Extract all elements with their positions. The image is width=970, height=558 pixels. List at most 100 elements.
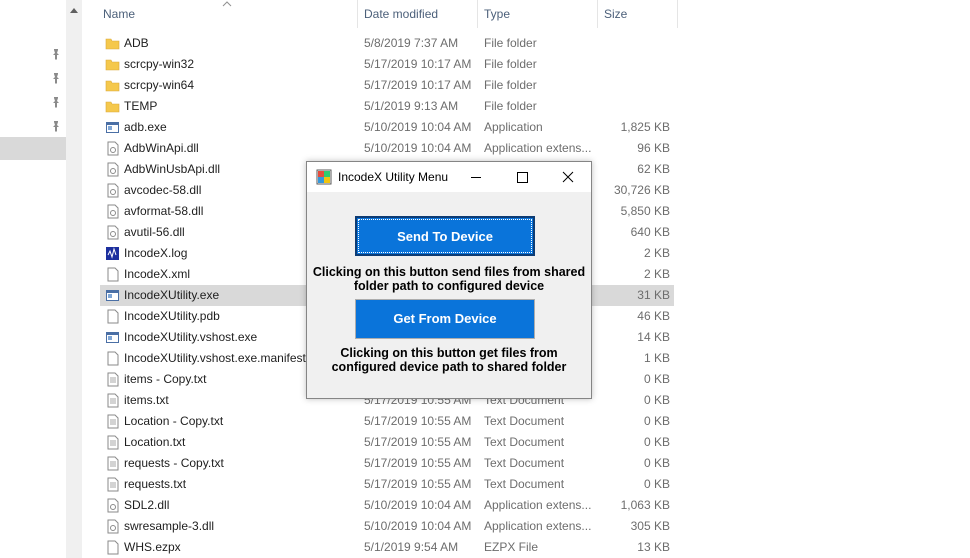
file-size: 96 KB xyxy=(637,141,670,155)
file-name: items - Copy.txt xyxy=(124,372,207,386)
file-row[interactable]: scrcpy-win32 5/17/2019 10:17 AM File folde… xyxy=(100,54,674,75)
file-size: 2 KB xyxy=(643,246,670,260)
dialog-titlebar[interactable]: IncodeX Utility Menu xyxy=(307,162,591,192)
navigation-pane xyxy=(0,0,66,558)
close-button[interactable] xyxy=(545,162,591,192)
file-row[interactable]: adb.exe 5/10/2019 10:04 AM Application 1,82… xyxy=(100,117,674,138)
file-date: 5/1/2019 9:13 AM xyxy=(364,99,459,113)
file-row[interactable]: Location - Copy.txt 5/17/2019 10:55 AM Tex… xyxy=(100,411,674,432)
exe-icon xyxy=(106,122,119,133)
nav-selected-item[interactable] xyxy=(0,137,66,160)
column-header-size[interactable]: Size xyxy=(604,0,627,28)
file-size: 0 KB xyxy=(643,435,670,449)
pin-icon[interactable] xyxy=(50,96,62,108)
column-header-type[interactable]: Type xyxy=(484,0,510,28)
nav-scrollbar[interactable] xyxy=(66,0,82,558)
file-date: 5/10/2019 10:04 AM xyxy=(364,519,472,533)
file-size xyxy=(600,96,670,117)
folder-icon xyxy=(105,101,120,113)
file-name: IncodeX.log xyxy=(124,246,188,260)
minimize-icon xyxy=(471,177,481,178)
text-icon xyxy=(107,372,119,387)
folder-icon xyxy=(105,80,120,92)
file-row[interactable]: scrcpy-win64 5/17/2019 10:17 AM File folde… xyxy=(100,75,674,96)
file-size xyxy=(600,54,670,75)
file-name: AdbWinUsbApi.dll xyxy=(124,162,221,176)
send-to-device-button[interactable]: Send To Device xyxy=(355,216,535,256)
pin-icon[interactable] xyxy=(50,48,62,60)
file-date: 5/10/2019 10:04 AM xyxy=(364,498,472,512)
column-separator[interactable] xyxy=(677,0,678,28)
file-type: Text Document xyxy=(484,477,565,491)
file-name: Location.txt xyxy=(124,435,186,449)
scroll-up-arrow-icon[interactable] xyxy=(66,0,82,20)
file-type: File folder xyxy=(484,78,537,92)
file-size: 2 KB xyxy=(643,267,670,281)
column-separator[interactable] xyxy=(597,0,598,28)
file-row[interactable]: requests.txt 5/17/2019 10:55 AM Text Docum… xyxy=(100,474,674,495)
file-type: Application extens... xyxy=(484,141,592,155)
file-date: 5/17/2019 10:17 AM xyxy=(364,78,472,92)
file-type: File folder xyxy=(484,99,537,113)
file-type: Application extens... xyxy=(484,519,592,533)
file-name: TEMP xyxy=(124,99,158,113)
file-row[interactable]: swresample-3.dll 5/10/2019 10:04 AM Applic… xyxy=(100,516,674,537)
exe-icon xyxy=(106,290,119,301)
file-size: 14 KB xyxy=(637,330,670,344)
file-date: 5/17/2019 10:55 AM xyxy=(364,435,472,449)
pin-icon[interactable] xyxy=(50,120,62,132)
folder-icon xyxy=(105,38,120,50)
file-size: 0 KB xyxy=(643,372,670,386)
file-name: Location - Copy.txt xyxy=(124,414,224,428)
text-icon xyxy=(107,435,119,450)
document-icon xyxy=(107,351,119,366)
file-row[interactable]: WHS.ezpx 5/1/2019 9:54 AM EZPX File 13 KB xyxy=(100,537,674,558)
column-header-date[interactable]: Date modified xyxy=(364,0,438,28)
get-from-device-button[interactable]: Get From Device xyxy=(355,299,535,339)
text-icon xyxy=(107,414,119,429)
file-row[interactable]: SDL2.dll 5/10/2019 10:04 AM Application ex… xyxy=(100,495,674,516)
file-name: AdbWinApi.dll xyxy=(124,141,199,155)
column-separator[interactable] xyxy=(477,0,478,28)
file-size: 0 KB xyxy=(643,456,670,470)
file-size: 1,063 KB xyxy=(620,498,670,512)
file-type: File folder xyxy=(484,36,537,50)
column-header-name[interactable]: Name xyxy=(103,0,135,28)
text-icon xyxy=(107,456,119,471)
file-name: IncodeX.xml xyxy=(124,267,191,281)
dll-icon xyxy=(107,498,119,513)
dll-icon xyxy=(107,141,119,156)
app-window-icon xyxy=(316,169,332,185)
file-size: 62 KB xyxy=(637,162,670,176)
file-row[interactable]: Location.txt 5/17/2019 10:55 AM Text Docum… xyxy=(100,432,674,453)
file-row[interactable]: ADB 5/8/2019 7:37 AM File folder xyxy=(100,33,674,54)
file-type: Application extens... xyxy=(484,498,592,512)
file-date: 5/10/2019 10:04 AM xyxy=(364,120,472,134)
file-size xyxy=(600,33,670,54)
file-date: 5/17/2019 10:55 AM xyxy=(364,414,472,428)
file-name: adb.exe xyxy=(124,120,167,134)
file-size: 46 KB xyxy=(637,309,670,323)
pin-icon[interactable] xyxy=(50,72,62,84)
maximize-button[interactable] xyxy=(499,162,545,192)
file-row[interactable]: requests - Copy.txt 5/17/2019 10:55 AM Tex… xyxy=(100,453,674,474)
dll-icon xyxy=(107,204,119,219)
file-name: ADB xyxy=(124,36,149,50)
file-type: File folder xyxy=(484,57,537,71)
text-icon xyxy=(107,477,119,492)
file-name: requests.txt xyxy=(124,477,187,491)
dialog-title: IncodeX Utility Menu xyxy=(338,170,449,184)
file-size: 305 KB xyxy=(630,519,670,533)
column-separator[interactable] xyxy=(357,0,358,28)
file-type: Text Document xyxy=(484,456,565,470)
file-name: scrcpy-win32 xyxy=(124,57,195,71)
minimize-button[interactable] xyxy=(453,162,499,192)
file-date: 5/10/2019 10:04 AM xyxy=(364,141,472,155)
file-name: IncodeXUtility.vshost.exe.manifest xyxy=(124,351,306,365)
send-description: Clicking on this button send files from … xyxy=(312,265,586,293)
file-row[interactable]: TEMP 5/1/2019 9:13 AM File folder xyxy=(100,96,674,117)
file-size xyxy=(600,75,670,96)
file-row[interactable]: AdbWinApi.dll 5/10/2019 10:04 AM Applicati… xyxy=(100,138,674,159)
file-name: swresample-3.dll xyxy=(124,519,215,533)
close-icon xyxy=(562,171,574,183)
